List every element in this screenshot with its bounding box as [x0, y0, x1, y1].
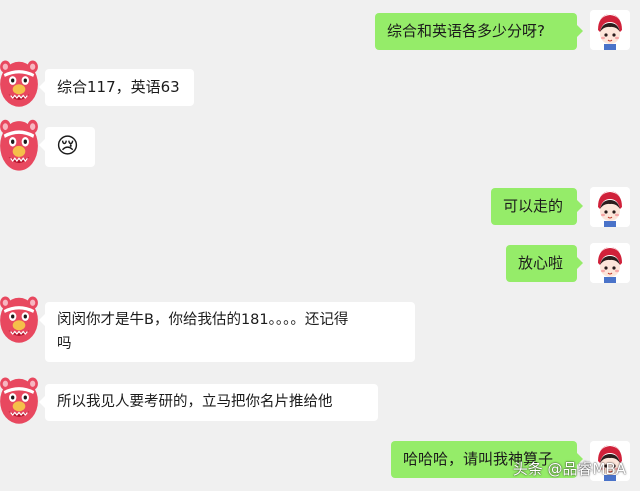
- watermark: 头条 @品睿MBA: [512, 460, 626, 478]
- avatar-lion-icon[interactable]: [0, 117, 40, 172]
- message-bubble-sent[interactable]: 综合和英语各多少分呀?: [375, 13, 583, 50]
- message-text: 所以我见人要考研的，立马把你名片推给他: [57, 394, 333, 410]
- message-text: 可以走的: [503, 197, 564, 215]
- avatar-girl-icon[interactable]: [590, 187, 630, 227]
- message-text-line: 闵闵你才是牛B，你给我估的181。。。。还记得: [57, 312, 349, 328]
- message-text-line: 吗: [57, 336, 72, 352]
- avatar-lion-icon[interactable]: [0, 294, 40, 344]
- avatar-girl-icon[interactable]: [590, 10, 630, 50]
- message-bubble-received[interactable]: 所以我见人要考研的，立马把你名片推给他: [39, 384, 378, 421]
- avatar-lion-icon[interactable]: [0, 58, 40, 108]
- avatar-lion-icon[interactable]: [0, 375, 40, 425]
- message-bubble-sent[interactable]: 放心啦: [506, 245, 583, 282]
- message-bubble-received[interactable]: 闵闵你才是牛B，你给我估的181。。。。还记得 吗: [39, 302, 415, 362]
- message-text: 放心啦: [518, 254, 564, 272]
- message-bubble-received[interactable]: 😢: [39, 127, 95, 167]
- message-bubble-sent[interactable]: 可以走的: [491, 188, 583, 225]
- message-text: 综合和英语各多少分呀?: [387, 22, 545, 40]
- avatar-girl-icon[interactable]: [590, 243, 630, 283]
- message-bubble-received[interactable]: 综合117，英语63: [39, 69, 194, 106]
- message-text: 综合117，英语63: [57, 78, 180, 96]
- crying-face-emoji: 😢: [56, 134, 79, 159]
